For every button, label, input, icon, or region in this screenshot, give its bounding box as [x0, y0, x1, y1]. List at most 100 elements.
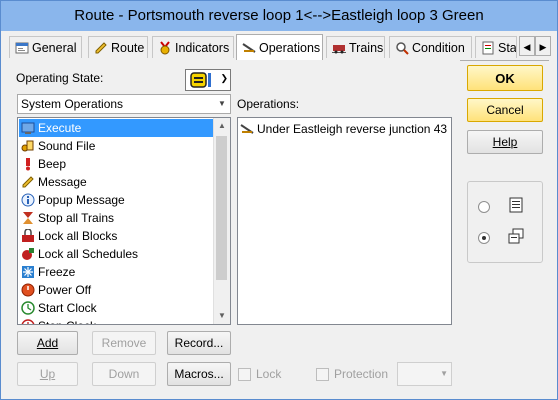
ok-button-label: OK	[495, 70, 515, 86]
tab-route[interactable]: Route	[88, 36, 148, 58]
list-item[interactable]: Power Off	[19, 281, 214, 299]
lock-checkbox-label: Lock	[256, 367, 282, 381]
protection-checkbox[interactable]: Protection	[316, 367, 388, 381]
tab-strip: General Route Indicators Operations Trai…	[9, 34, 551, 61]
list-item-label: Stop all Trains	[38, 211, 115, 225]
list-item-label: Lock all Blocks	[38, 229, 118, 243]
help-button-label: Help	[492, 135, 518, 149]
chevron-down-icon: ❯	[220, 73, 228, 83]
operations-list[interactable]: Under Eastleigh reverse junction 43	[237, 117, 452, 325]
beep-icon	[26, 158, 30, 171]
lock-checkbox-box[interactable]	[238, 367, 251, 381]
record-button-label: Record...	[174, 336, 224, 350]
operations-label: Operations:	[237, 97, 300, 111]
tab-indicators[interactable]: Indicators	[152, 36, 234, 58]
tab-indicators-label: Indicators	[175, 40, 230, 55]
record-button[interactable]: Record...	[167, 331, 231, 355]
tab-operations-label: Operations	[259, 40, 321, 55]
general-icon	[15, 42, 29, 53]
icon-view-icon	[508, 228, 524, 244]
operations-icon	[242, 42, 256, 53]
list-item-label: Message	[38, 175, 87, 189]
list-item-label: Power Off	[38, 283, 92, 297]
condition-icon	[396, 41, 409, 55]
add-button[interactable]: Add	[17, 331, 78, 355]
list-item-label: Freeze	[38, 265, 76, 279]
stats-icon	[482, 41, 494, 54]
add-button-label: Add	[36, 336, 59, 350]
freeze-icon	[22, 266, 34, 278]
stop-clock-icon	[21, 319, 35, 324]
tab-trains[interactable]: Trains	[326, 36, 385, 58]
list-item[interactable]: Under Eastleigh reverse junction 43	[240, 122, 447, 136]
tab-operations[interactable]: Operations	[236, 34, 323, 60]
scroll-thumb[interactable]	[216, 136, 227, 280]
lock-schedules-icon	[22, 248, 34, 260]
list-item[interactable]: Popup Message	[19, 191, 214, 209]
tab-statistics[interactable]: Sta	[475, 36, 517, 58]
list-item[interactable]: Sound File	[19, 137, 214, 155]
title-bar[interactable]: Route - Portsmouth reverse loop 1<-->Eas…	[1, 1, 557, 31]
trains-icon	[332, 44, 346, 53]
operating-state-icon	[190, 72, 211, 88]
view-mode-group	[467, 181, 543, 263]
protection-select[interactable]: ▼	[397, 362, 452, 386]
scroll-up-icon[interactable]: ▲	[214, 118, 230, 134]
up-button[interactable]: Up	[17, 362, 78, 386]
list-item[interactable]: Beep	[19, 155, 214, 173]
cancel-button[interactable]: Cancel	[467, 98, 543, 122]
tab-scroll-left-button[interactable]: ◀	[519, 36, 535, 56]
power-off-icon	[21, 283, 35, 297]
down-button-label: Down	[108, 367, 140, 381]
list-item-label: Sound File	[38, 139, 96, 153]
route-dialog: Route - Portsmouth reverse loop 1<-->Eas…	[0, 0, 558, 400]
operating-state-dropdown[interactable]: ❯	[185, 69, 231, 91]
list-item-label: Beep	[38, 157, 67, 171]
list-item-label: Stop Clock	[38, 319, 96, 324]
list-item[interactable]: Lock all Blocks	[19, 227, 214, 245]
sound-file-icon	[21, 140, 34, 152]
stop-trains-icon	[23, 212, 33, 224]
lock-checkbox[interactable]: Lock	[238, 367, 281, 381]
protection-checkbox-label: Protection	[334, 367, 389, 381]
list-item-label: Popup Message	[38, 193, 125, 207]
operation-category-select[interactable]: System Operations ▼	[17, 94, 231, 114]
up-button-label: Up	[39, 367, 56, 381]
remove-button-label: Remove	[101, 336, 147, 350]
remove-button[interactable]: Remove	[92, 331, 156, 355]
tab-condition[interactable]: Condition	[389, 36, 472, 58]
macros-button[interactable]: Macros...	[167, 362, 231, 386]
list-item[interactable]: Start Clock	[19, 299, 214, 317]
start-clock-icon	[21, 301, 35, 315]
dropdown-arrow-icon: ▼	[218, 99, 226, 108]
down-button[interactable]: Down	[92, 362, 156, 386]
tab-general-label: General	[32, 40, 77, 55]
chevron-down-icon: ▼	[440, 369, 448, 378]
list-view-icon	[509, 197, 523, 213]
available-operations-list[interactable]: Execute Sound File Beep Message Popup Messag…	[17, 117, 231, 325]
list-item[interactable]: Freeze	[19, 263, 214, 281]
scroll-down-icon[interactable]: ▼	[214, 308, 230, 324]
tab-general[interactable]: General	[9, 36, 82, 58]
list-item[interactable]: Stop Clock	[19, 317, 214, 324]
list-item[interactable]: Message	[19, 173, 214, 191]
list-item-label: Execute	[38, 121, 82, 135]
execute-icon	[21, 122, 35, 134]
junction-operation-icon	[240, 124, 254, 134]
popup-message-icon	[21, 193, 35, 207]
list-view-radio[interactable]	[478, 201, 490, 213]
list-item[interactable]: Execute	[19, 119, 214, 137]
protection-checkbox-box[interactable]	[316, 367, 329, 381]
help-button[interactable]: Help	[467, 130, 543, 154]
list-item-label: Start Clock	[38, 301, 97, 315]
icon-view-radio[interactable]	[478, 232, 490, 244]
list-item[interactable]: Lock all Schedules	[19, 245, 214, 263]
tab-scroll-right-button[interactable]: ▶	[535, 36, 551, 56]
macros-button-label: Macros...	[174, 367, 224, 381]
list-item-label: Lock all Schedules	[38, 247, 139, 261]
operating-state-label: Operating State:	[16, 71, 104, 85]
operation-category-value: System Operations	[21, 97, 124, 111]
list-item[interactable]: Stop all Trains	[19, 209, 214, 227]
available-operations-scrollbar[interactable]: ▲ ▼	[213, 118, 230, 324]
ok-button[interactable]: OK	[467, 65, 543, 91]
